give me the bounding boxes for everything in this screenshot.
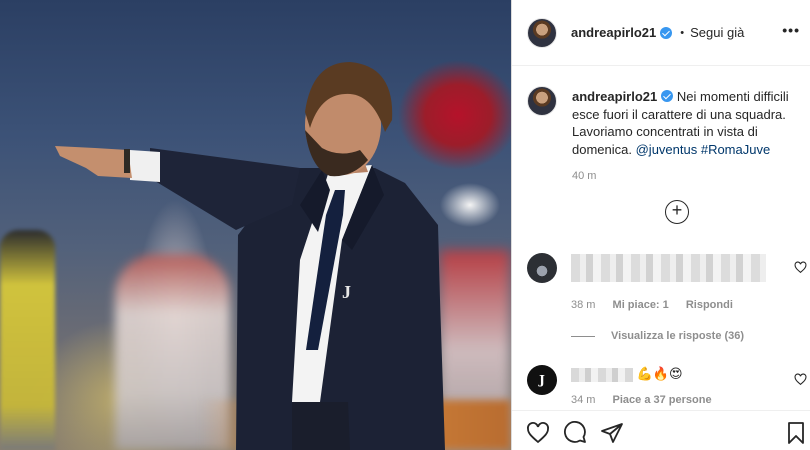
coach-figure: J	[55, 62, 445, 450]
comment-text: 💪🔥😍	[571, 366, 683, 382]
more-options-button[interactable]: •••	[782, 22, 800, 38]
comment-icon[interactable]	[563, 421, 587, 445]
post-actions-bar	[512, 410, 810, 450]
caption-timestamp[interactable]: 40 m	[572, 170, 794, 182]
post-sidebar: andreapirlo21 • Segui già ••• andreapirl…	[511, 0, 810, 450]
follow-status-button[interactable]: Segui già	[690, 25, 744, 40]
heart-icon[interactable]	[794, 373, 807, 386]
share-icon[interactable]	[600, 421, 624, 445]
heart-icon[interactable]	[526, 421, 550, 445]
juventus-logo-letter: J	[539, 373, 545, 387]
caption-avatar[interactable]	[527, 86, 557, 116]
author-username[interactable]: andreapirlo21	[571, 25, 656, 40]
comment-emojis: 💪🔥😍	[636, 367, 683, 382]
separator-dot: •	[680, 26, 685, 39]
replies-line	[571, 335, 595, 337]
plus-circle-icon[interactable]: +	[665, 200, 689, 224]
comment-likes[interactable]: Mi piace: 1	[613, 299, 669, 311]
verified-badge-icon	[660, 26, 673, 39]
comment-text-redacted	[571, 254, 766, 282]
comment-meta: 38 m Mi piace: 1 Rispondi	[571, 299, 747, 311]
caption-text: andreapirlo21 Nei momenti difficili esce…	[572, 88, 794, 158]
heart-icon[interactable]	[794, 261, 807, 274]
comment-time[interactable]: 38 m	[571, 299, 595, 311]
post-photo[interactable]: J	[0, 0, 511, 450]
post-header: andreapirlo21 • Segui già •••	[512, 0, 810, 66]
caption-username[interactable]: andreapirlo21	[572, 89, 657, 104]
verified-badge-icon	[661, 90, 674, 102]
juventus-avatar[interactable]: J	[527, 365, 557, 395]
comment-likes[interactable]: Piace a 37 persone	[613, 394, 712, 406]
pixelated-username	[571, 367, 633, 382]
svg-text:J: J	[342, 282, 351, 302]
view-replies-label: Visualizza le risposte (36)	[611, 330, 745, 342]
pixelated-text	[571, 254, 766, 282]
view-replies-button[interactable]: Visualizza le risposte (36)	[571, 330, 744, 342]
comment-time[interactable]: 34 m	[571, 394, 595, 406]
author-avatar[interactable]	[527, 17, 557, 48]
comment-meta: 34 m Piace a 37 persone	[571, 394, 726, 406]
reply-button[interactable]: Rispondi	[686, 299, 733, 311]
post-caption: andreapirlo21 Nei momenti difficili esce…	[512, 66, 810, 226]
commenter-avatar[interactable]	[527, 253, 557, 283]
caption-mentions[interactable]: @juventus #RomaJuve	[636, 142, 771, 157]
bookmark-icon[interactable]	[784, 421, 808, 445]
